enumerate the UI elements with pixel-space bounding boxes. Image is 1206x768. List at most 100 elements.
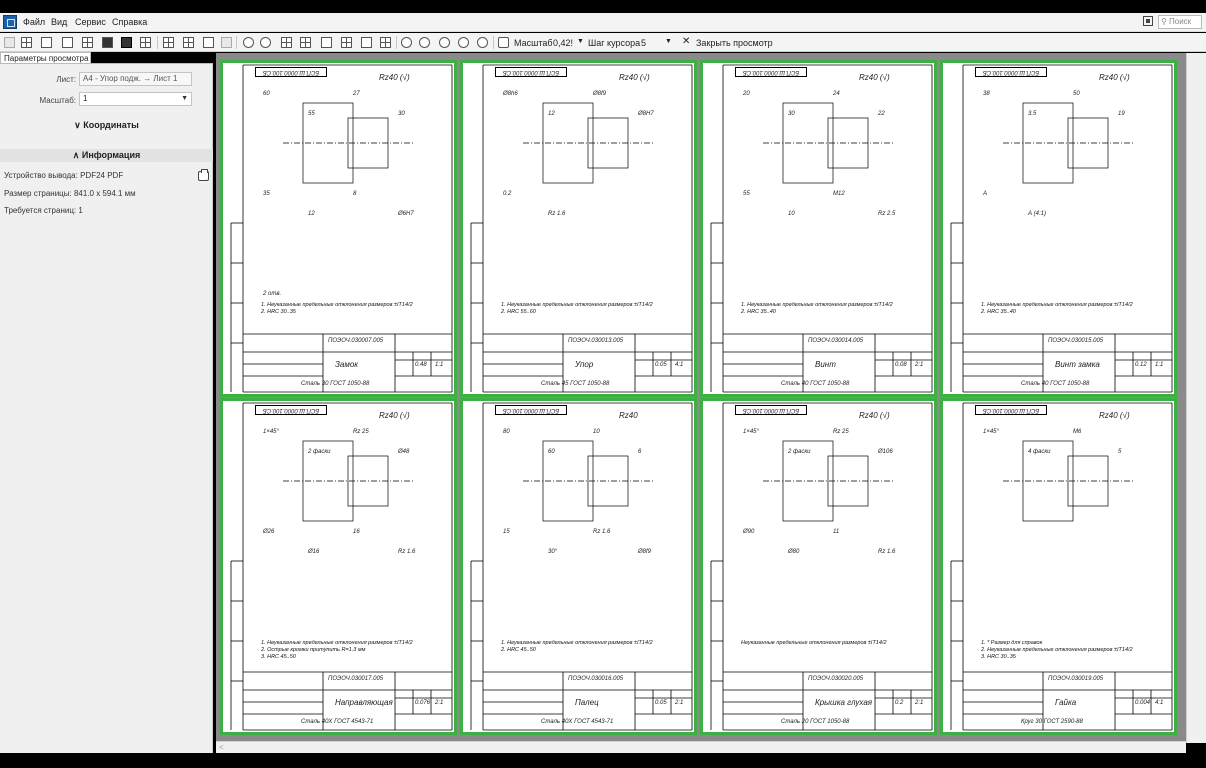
dimension-label: Ø26 <box>263 529 275 535</box>
dimension-label: 2 фаски <box>308 449 331 455</box>
align-icon[interactable] <box>341 37 352 48</box>
rotate-right-icon[interactable] <box>260 37 271 48</box>
drawing-sheet[interactable]: БСП.Ш.0000.100.СБ Rz40 (√) 1. Неуказанные … <box>700 60 937 397</box>
vertical-scrollbar[interactable] <box>1186 53 1206 743</box>
distribute-icon[interactable] <box>361 37 372 48</box>
table-icon[interactable] <box>140 37 151 48</box>
chevron-up-icon: ∧ <box>72 150 82 160</box>
scale-input[interactable]: 0,42! <box>553 38 573 48</box>
print-icon[interactable] <box>41 37 52 48</box>
dimension-label: 10 <box>788 211 795 217</box>
information-section-toggle[interactable]: ∧ Информация <box>0 149 213 162</box>
scale-dropdown-icon[interactable]: ▼ <box>577 38 584 45</box>
dimension-label: Ø48 <box>398 449 410 455</box>
delete-sheet-icon[interactable] <box>221 37 232 48</box>
mass-value: 0.004 <box>1135 700 1151 706</box>
drawing-sheet[interactable]: БСП.Ш.0000.100.СБ Rz40 (√) 1. Неуказанные … <box>220 398 457 735</box>
dimension-label: 30 <box>398 111 405 117</box>
copy-sheet-icon[interactable] <box>203 37 214 48</box>
window-top-strip <box>0 0 1206 13</box>
pan-icon[interactable] <box>498 37 509 48</box>
drawing-sheet[interactable]: БСП.Ш.0000.100.СБ Rz40 (√) 1. Неуказанные … <box>460 60 697 397</box>
menu-help[interactable]: Справка <box>112 17 147 27</box>
coordinates-section-toggle[interactable]: ∨ Координаты <box>0 119 213 132</box>
dimension-label: М6 <box>1073 429 1082 435</box>
mass-value: 0.48 <box>415 362 427 368</box>
arrange-sheets-icon[interactable] <box>163 37 174 48</box>
search-input[interactable]: ⚲ Поиск <box>1158 15 1202 29</box>
sheet-code: БСП.Ш.0000.100.СБ <box>255 67 327 77</box>
technical-note: 3. HRC 30..35 <box>981 654 1016 660</box>
part-name: Винт замка <box>1055 360 1100 369</box>
printer-icon[interactable] <box>198 169 209 181</box>
zoom-window-icon[interactable] <box>439 37 450 48</box>
zoom-in-icon[interactable] <box>401 37 412 48</box>
pin-icon[interactable] <box>121 37 132 48</box>
frame-icon[interactable] <box>321 37 332 48</box>
drawing-sheet[interactable]: БСП.Ш.0000.100.СБ Rz40 (√) 1. Неуказанные … <box>220 60 457 397</box>
dimension-label: 24 <box>833 91 840 97</box>
filter-icon[interactable] <box>102 37 113 48</box>
insert-sheet-icon[interactable] <box>183 37 194 48</box>
dimension-label: 10 <box>593 429 600 435</box>
dimension-label: 38 <box>983 91 990 97</box>
page-setup-icon[interactable] <box>82 37 93 48</box>
dimension-label: 27 <box>353 91 360 97</box>
print-preview-icon[interactable] <box>62 37 73 48</box>
menu-view[interactable]: Вид <box>51 17 67 27</box>
output-device-info: Устройство вывода: PDF24 PDF <box>4 171 123 180</box>
grid-icon[interactable] <box>380 37 391 48</box>
rotate-left-icon[interactable] <box>243 37 254 48</box>
part-drawing <box>1003 102 1133 184</box>
drawing-sheet[interactable]: БСП.Ш.0000.100.СБ Rz40 (√) 1. * Размер для… <box>940 398 1177 735</box>
dimension-label: А (4:1) <box>1028 211 1047 217</box>
dimension-label: 80 <box>503 429 510 435</box>
zoom-plus-icon[interactable] <box>458 37 469 48</box>
cursor-step-dropdown-icon[interactable]: ▼ <box>665 38 672 45</box>
roughness-symbol: Rz40 (√) <box>619 73 650 82</box>
scroll-left-icon[interactable]: < <box>219 743 224 752</box>
layout-icon[interactable] <box>1143 16 1153 26</box>
technical-note: 3. HRC 45..50 <box>261 654 296 660</box>
dimension-label: 55 <box>743 191 750 197</box>
menu-file[interactable]: Файл <box>23 17 45 27</box>
dimension-label: Rz 1.6 <box>548 211 566 217</box>
sheet-layout-icon[interactable] <box>21 37 32 48</box>
dimension-label: 30° <box>548 549 558 555</box>
part-drawing <box>523 440 653 522</box>
dimension-label: Ø8h6 <box>503 91 518 97</box>
dimension-label: 11 <box>833 529 840 535</box>
drawing-frame <box>950 402 1173 731</box>
app-logo-icon <box>3 15 17 29</box>
tile-icon[interactable] <box>281 37 292 48</box>
new-document-icon[interactable] <box>4 37 15 48</box>
part-drawing <box>763 440 893 522</box>
scale-select[interactable]: 1 ▼ <box>79 92 192 106</box>
drawing-sheet[interactable]: БСП.Ш.0000.100.СБ Rz40 (√) 1. Неуказанные … <box>940 60 1177 397</box>
drawing-sheet[interactable]: БСП.Ш.0000.100.СБ Rz40 (√) Неуказанные пре… <box>700 398 937 735</box>
horizontal-scrollbar[interactable]: < <box>216 741 1186 753</box>
scale-value: 4:1 <box>675 362 684 368</box>
roughness-symbol: Rz40 (√) <box>859 411 890 420</box>
sheet-code: БСП.Ш.0000.100.СБ <box>495 67 567 77</box>
cursor-step-input[interactable]: 5 <box>641 38 646 48</box>
technical-note: 2. HRC 35..40 <box>981 309 1016 315</box>
drawing-sheet[interactable]: БСП.Ш.0000.100.СБ Rz40 1. Неуказанные пред… <box>460 398 697 735</box>
close-icon[interactable]: ✕ <box>682 36 690 47</box>
dimension-label: Ø16 <box>308 549 320 555</box>
document-number: ПОЭОЧ.030020.005 <box>808 676 864 682</box>
document-number: ПОЭОЧ.030016.005 <box>568 676 624 682</box>
zoom-out-icon[interactable] <box>419 37 430 48</box>
drawing-frame <box>230 64 453 393</box>
menu-service[interactable]: Сервис <box>75 17 106 27</box>
technical-note: 1. Неуказанные предельные отклонения раз… <box>741 302 893 308</box>
scale-value: 2:1 <box>915 362 924 368</box>
close-preview-button[interactable]: Закрыть просмотр <box>696 38 773 48</box>
fit-sheets-icon[interactable] <box>300 37 311 48</box>
zoom-minus-icon[interactable] <box>477 37 488 48</box>
part-drawing <box>1003 440 1133 522</box>
output-device-value: PDF24 PDF <box>80 171 124 180</box>
chevron-down-icon: ▼ <box>181 95 188 102</box>
dimension-label: Rz 1.6 <box>878 549 896 555</box>
roughness-symbol: Rz40 (√) <box>379 411 410 420</box>
